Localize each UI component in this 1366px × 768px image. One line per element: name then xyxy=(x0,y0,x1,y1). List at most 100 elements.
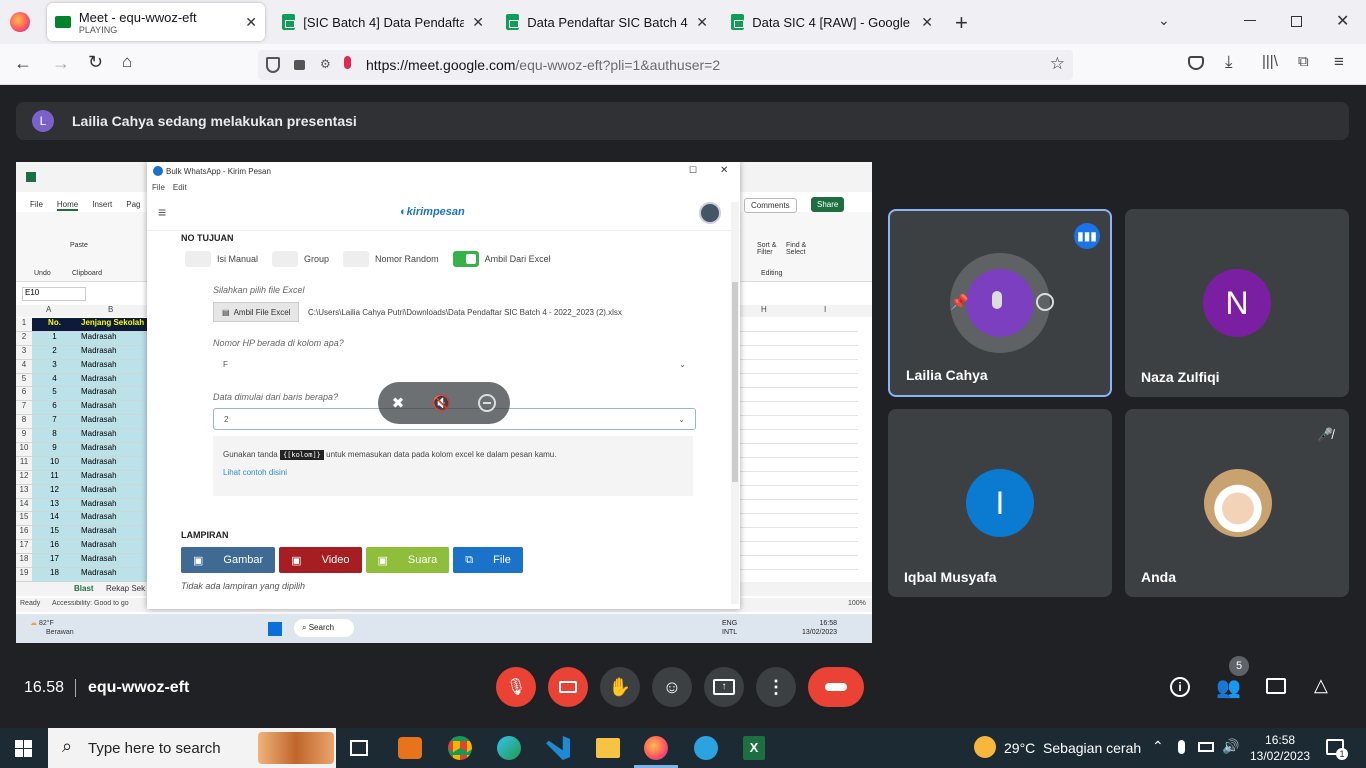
table-row[interactable]: 10 9 Madrasah xyxy=(16,443,148,457)
sheet-tab-blast[interactable]: Blast xyxy=(74,584,94,593)
table-cell[interactable]: Madrasah xyxy=(77,512,147,526)
list-tabs-icon[interactable]: ⌄ xyxy=(1158,12,1170,29)
app-icon-orange[interactable] xyxy=(398,737,422,759)
shared-screen[interactable]: File Home Insert Pag Paste Undo Clipboar… xyxy=(16,162,872,643)
table-cell[interactable]: Madrasah xyxy=(77,554,147,568)
table-cell[interactable]: Madrasah xyxy=(77,345,147,359)
table-cell[interactable]: Madrasah xyxy=(77,429,147,443)
table-row[interactable]: 3 2 Madrasah xyxy=(16,345,148,360)
table-cell[interactable]: Madrasah xyxy=(77,401,147,415)
chat-icon[interactable] xyxy=(1266,678,1286,694)
task-view-icon[interactable] xyxy=(350,740,368,756)
table-cell[interactable]: 1 xyxy=(32,331,77,345)
share-button[interactable]: Share xyxy=(811,197,845,212)
table-cell[interactable]: Madrasah xyxy=(77,498,147,512)
people-icon[interactable]: 👥 xyxy=(1216,675,1241,700)
table-cell[interactable]: 11 xyxy=(32,470,77,484)
table-row[interactable]: 11 10 Madrasah xyxy=(16,456,148,471)
close-window-icon[interactable]: ✕ xyxy=(1336,11,1349,31)
url-bar[interactable]: ⚙ https://meet.google.com/equ-wwoz-eft?p… xyxy=(258,50,1073,80)
microphone-icon[interactable] xyxy=(1178,740,1185,754)
video-button[interactable]: ▣ Video xyxy=(279,547,362,573)
table-cell[interactable]: 9 xyxy=(32,443,77,456)
menu-file[interactable]: File xyxy=(152,183,165,192)
right-grid[interactable] xyxy=(740,318,858,578)
minimize-icon[interactable] xyxy=(1244,20,1256,21)
present-button[interactable]: ↑ xyxy=(704,667,744,707)
microphone-off-button[interactable]: 🎙 xyxy=(496,667,536,707)
table-row[interactable]: 16 15 Madrasah xyxy=(16,526,148,541)
pin-icon[interactable]: 📌 xyxy=(950,293,969,311)
chrome-icon[interactable] xyxy=(448,736,472,760)
table-cell[interactable]: 10 xyxy=(32,456,77,470)
volume-icon[interactable]: 🔊 xyxy=(1222,738,1239,755)
raise-hand-button[interactable]: ✋ xyxy=(600,667,640,707)
menu-icon[interactable]: ≡ xyxy=(1334,52,1344,72)
back-icon[interactable]: ← xyxy=(14,53,32,74)
tab-sheet-3[interactable]: Data SIC 4 [RAW] - Google Spre ✕ xyxy=(723,3,941,41)
table-row[interactable]: 15 14 Madrasah xyxy=(16,512,148,527)
table-cell[interactable]: 6 xyxy=(32,401,77,415)
table-cell[interactable]: 5 xyxy=(32,387,77,401)
table-row[interactable]: 9 8 Madrasah xyxy=(16,429,148,444)
table-cell[interactable]: 15 xyxy=(32,526,77,540)
close-tab-icon[interactable]: ✕ xyxy=(472,14,484,31)
name-box[interactable]: E10 xyxy=(22,287,86,301)
option-nomor-random[interactable]: Nomor Random xyxy=(343,251,439,267)
file-explorer-icon[interactable] xyxy=(596,738,620,758)
table-row[interactable]: 12 11 Madrasah xyxy=(16,470,148,485)
remove-icon[interactable] xyxy=(478,394,497,412)
col-h[interactable]: H xyxy=(761,305,767,314)
table-cell[interactable]: Madrasah xyxy=(77,443,147,456)
table-row[interactable]: 5 4 Madrasah xyxy=(16,373,148,388)
zoom-level[interactable]: 100% xyxy=(848,600,866,607)
forward-icon[interactable]: → xyxy=(52,53,70,74)
library-icon[interactable]: |||\ xyxy=(1262,53,1278,70)
microphone-icon[interactable] xyxy=(344,56,351,69)
firefox-icon[interactable] xyxy=(644,736,668,760)
ribbon-tab-page[interactable]: Pag xyxy=(126,200,140,211)
table-cell[interactable]: 16 xyxy=(32,540,77,554)
close-tab-icon[interactable]: ✕ xyxy=(245,14,257,31)
participant-tile-lailia[interactable]: 📌 ▮▮▮ Lailia Cahya xyxy=(888,209,1112,397)
table-cell[interactable]: 3 xyxy=(32,359,77,373)
windows-start-icon[interactable] xyxy=(15,740,32,757)
scrollbar[interactable] xyxy=(731,202,739,604)
kolom-select[interactable]: F ⌄ xyxy=(213,354,696,376)
bookmark-star-icon[interactable]: ☆ xyxy=(1050,54,1065,74)
col-i[interactable]: I xyxy=(824,305,826,314)
downloads-icon[interactable]: ⤓ xyxy=(1225,52,1233,72)
inner-search[interactable]: ⌕ Search xyxy=(294,619,354,637)
file-button[interactable]: ⧉ File xyxy=(453,547,523,573)
mute-audio-icon[interactable]: 🔇 xyxy=(432,394,451,412)
table-cell[interactable]: Madrasah xyxy=(77,331,147,345)
gambar-button[interactable]: ▣ Gambar xyxy=(181,547,276,573)
close-icon[interactable]: ✕ xyxy=(720,165,728,176)
table-row[interactable]: 17 16 Madrasah xyxy=(16,540,148,555)
close-tab-icon[interactable]: ✕ xyxy=(921,14,933,31)
participant-tile-anda[interactable]: 🎤̸ Anda xyxy=(1125,409,1349,597)
sheet-grid[interactable]: 1 No. Jenjang Sekolah 2 1 Madrasah 3 2 Madras… xyxy=(16,318,148,582)
table-row[interactable]: 18 17 Madrasah xyxy=(16,554,148,569)
option-group[interactable]: Group xyxy=(272,251,329,267)
table-cell[interactable]: 13 xyxy=(32,498,77,512)
table-row[interactable]: 7 6 Madrasah xyxy=(16,401,148,416)
table-cell[interactable]: 4 xyxy=(32,373,77,387)
edge-icon[interactable] xyxy=(497,736,521,760)
camera-off-button[interactable] xyxy=(548,667,588,707)
user-avatar-icon[interactable] xyxy=(699,202,721,224)
tab-sheet-1[interactable]: [SIC Batch 4] Data Pendaftar Ma ✕ xyxy=(274,3,492,41)
table-row[interactable]: 19 18 Madrasah xyxy=(16,568,148,582)
table-cell[interactable]: 8 xyxy=(32,429,77,443)
telegram-icon[interactable] xyxy=(694,736,718,760)
lock-icon[interactable] xyxy=(294,60,305,70)
remove-icon[interactable] xyxy=(1036,293,1054,311)
table-row[interactable]: 13 12 Madrasah xyxy=(16,484,148,499)
table-cell[interactable]: 17 xyxy=(32,554,77,568)
table-row[interactable]: 8 7 Madrasah xyxy=(16,415,148,430)
windows-start-icon[interactable] xyxy=(268,622,282,636)
table-cell[interactable]: 14 xyxy=(32,512,77,526)
restore-icon[interactable] xyxy=(1291,16,1302,27)
home-icon[interactable]: ⌂ xyxy=(122,52,132,72)
more-options-button[interactable]: ⋮ xyxy=(756,667,796,707)
